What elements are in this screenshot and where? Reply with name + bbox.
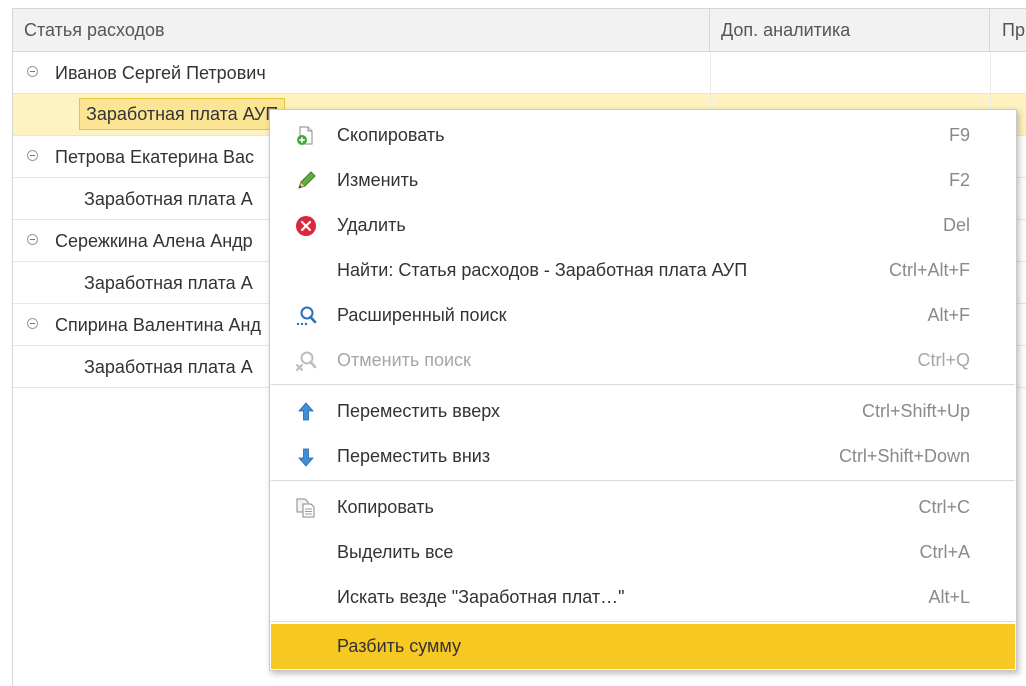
menu-item-edit[interactable]: Изменить F2 [271,158,1015,203]
group-label: Спирина Валентина Анд [55,315,261,335]
menu-item-label: Найти: Статья расходов - Заработная плат… [337,260,748,280]
menu-item-copy-clipboard[interactable]: Копировать Ctrl+C [271,485,1015,530]
menu-item-label: Копировать [337,497,434,517]
menu-item-label: Скопировать [337,125,445,145]
column-header-extra-analytics[interactable]: Доп. аналитика [710,9,990,51]
arrow-down-icon [295,446,317,468]
menu-item-select-all[interactable]: Выделить все Ctrl+A [271,530,1015,575]
cancel-search-icon [295,350,317,372]
menu-item-label: Удалить [337,215,406,235]
advanced-search-icon [295,305,317,327]
menu-item-label: Отменить поиск [337,350,471,370]
menu-item-shortcut: Ctrl+Q [917,350,970,370]
delete-red-circle-icon [295,215,317,237]
menu-item-label: Переместить вверх [337,401,501,421]
menu-separator [271,480,1015,481]
menu-item-split-amount[interactable]: Разбить сумму [271,624,1015,669]
table-row-group[interactable]: Иванов Сергей Петрович [13,52,1026,94]
table-header: Статья расходов Доп. аналитика Пр [13,9,1026,52]
row-label: Заработная плата А [84,357,253,377]
menu-item-shortcut: Alt+L [928,587,970,607]
menu-item-label: Изменить [337,170,419,190]
context-menu: Скопировать F9 Изменить F2 Удалить Del Н… [269,109,1017,671]
menu-item-label: Выделить все [337,542,454,562]
collapse-toggle-icon[interactable] [27,150,38,161]
collapse-toggle-icon[interactable] [27,234,38,245]
collapse-toggle-icon[interactable] [27,66,38,77]
menu-separator [271,621,1015,622]
menu-item-delete[interactable]: Удалить Del [271,203,1015,248]
focused-cell[interactable]: Заработная плата АУП [79,98,286,130]
menu-item-shortcut: Ctrl+Alt+F [888,260,970,280]
row-label: Заработная плата А [84,273,253,293]
menu-item-shortcut: F2 [948,170,970,190]
menu-item-label: Разбить сумму [337,636,462,656]
menu-item-shortcut: Ctrl+C [918,497,970,517]
menu-item-shortcut: Ctrl+A [919,542,970,562]
menu-item-shortcut: Ctrl+Shift+Down [838,446,970,466]
group-label: Сережкина Алена Андр [55,231,253,251]
menu-item-advanced-search[interactable]: Расширенный поиск Alt+F [271,293,1015,338]
menu-separator [271,384,1015,385]
menu-item-move-down[interactable]: Переместить вниз Ctrl+Shift+Down [271,434,1015,479]
clipboard-copy-icon [295,497,317,519]
menu-item-search-everywhere[interactable]: Искать везде "Заработная плат…" Alt+L [271,575,1015,620]
menu-item-shortcut: Alt+F [927,305,970,325]
column-header-expense-item[interactable]: Статья расходов [13,9,710,51]
menu-item-cancel-search[interactable]: Отменить поиск Ctrl+Q [271,338,1015,383]
menu-item-label: Расширенный поиск [337,305,507,325]
menu-item-move-up[interactable]: Переместить вверх Ctrl+Shift+Up [271,389,1015,434]
group-label: Иванов Сергей Петрович [55,63,266,83]
menu-item-find[interactable]: Найти: Статья расходов - Заработная плат… [271,248,1015,293]
arrow-up-icon [295,401,317,423]
menu-item-copy-row[interactable]: Скопировать F9 [271,113,1015,158]
pencil-icon [295,170,317,192]
menu-item-label: Переместить вниз [337,446,491,466]
menu-item-shortcut: Del [942,215,970,235]
menu-item-shortcut: Ctrl+Shift+Up [861,401,970,421]
group-label: Петрова Екатерина Вас [55,147,254,167]
row-label: Заработная плата А [84,189,253,209]
column-header-truncated[interactable]: Пр [990,9,1026,51]
collapse-toggle-icon[interactable] [27,318,38,329]
menu-item-shortcut: F9 [948,125,970,145]
menu-item-label: Искать везде "Заработная плат…" [337,587,625,607]
copy-document-plus-icon [295,125,317,147]
